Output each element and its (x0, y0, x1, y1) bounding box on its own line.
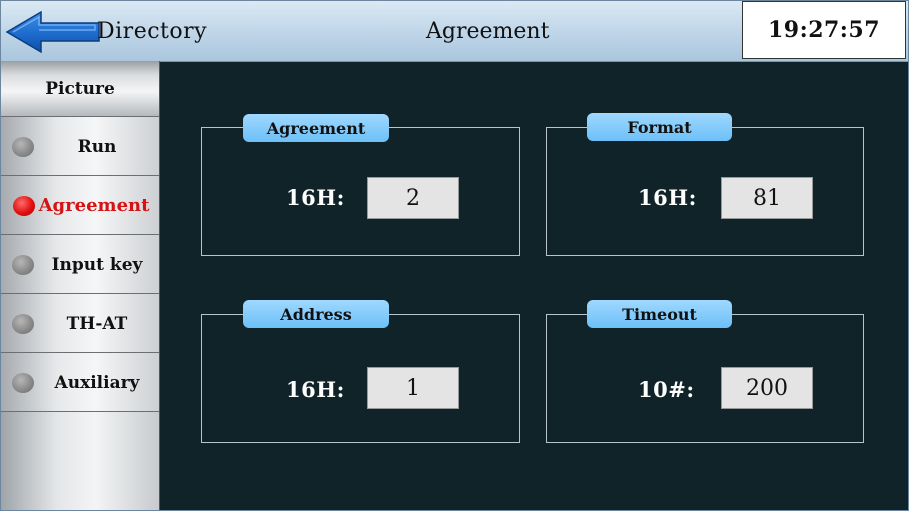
sidebar-item-input-key[interactable]: Input key (1, 235, 159, 294)
format-panel (546, 127, 864, 256)
sidebar-item-auxiliary[interactable]: Auxiliary (1, 353, 159, 412)
sidebar-item-agreement[interactable]: Agreement (1, 176, 159, 235)
back-arrow-icon (5, 10, 100, 54)
timeout-panel-tag: Timeout (587, 300, 732, 328)
address-panel (201, 314, 520, 443)
page-title: Agreement (426, 19, 550, 44)
agreement-value-field[interactable]: 2 (367, 177, 459, 219)
timeout-field-label: 10#: (638, 377, 695, 402)
agreement-panel-tag: Agreement (243, 114, 389, 142)
agreement-panel (201, 127, 520, 256)
indicator-dot-icon (12, 373, 34, 393)
indicator-dot-icon (12, 137, 34, 157)
timeout-value-field[interactable]: 200 (721, 367, 813, 409)
indicator-dot-icon (12, 314, 34, 334)
sidebar-item-label: Input key (51, 254, 143, 275)
agreement-field-label: 16H: (286, 185, 345, 210)
sidebar-item-label: Agreement (38, 195, 150, 216)
sidebar-item-label: Auxiliary (54, 372, 140, 393)
hmi-screen: Directory Agreement 19:27:57 Picture Run… (0, 0, 909, 511)
back-directory-button[interactable]: Directory (5, 10, 215, 54)
sidebar-item-run[interactable]: Run (1, 117, 159, 176)
back-button-label: Directory (97, 19, 208, 44)
header-bar: Directory Agreement 19:27:57 (1, 1, 908, 62)
address-field-label: 16H: (286, 377, 345, 402)
format-value-field[interactable]: 81 (721, 177, 813, 219)
sidebar-heading: Picture (1, 61, 159, 117)
clock-display: 19:27:57 (742, 1, 906, 59)
sidebar: Picture Run Agreement Input key TH-AT Au… (1, 61, 160, 510)
address-panel-tag: Address (243, 300, 389, 328)
format-panel-tag: Format (587, 113, 732, 141)
sidebar-item-th-at[interactable]: TH-AT (1, 294, 159, 353)
indicator-dot-icon (12, 255, 34, 275)
sidebar-item-label: Run (77, 136, 117, 157)
address-value-field[interactable]: 1 (367, 367, 459, 409)
timeout-panel (546, 314, 864, 443)
sidebar-item-label: TH-AT (66, 313, 128, 334)
format-field-label: 16H: (638, 185, 697, 210)
